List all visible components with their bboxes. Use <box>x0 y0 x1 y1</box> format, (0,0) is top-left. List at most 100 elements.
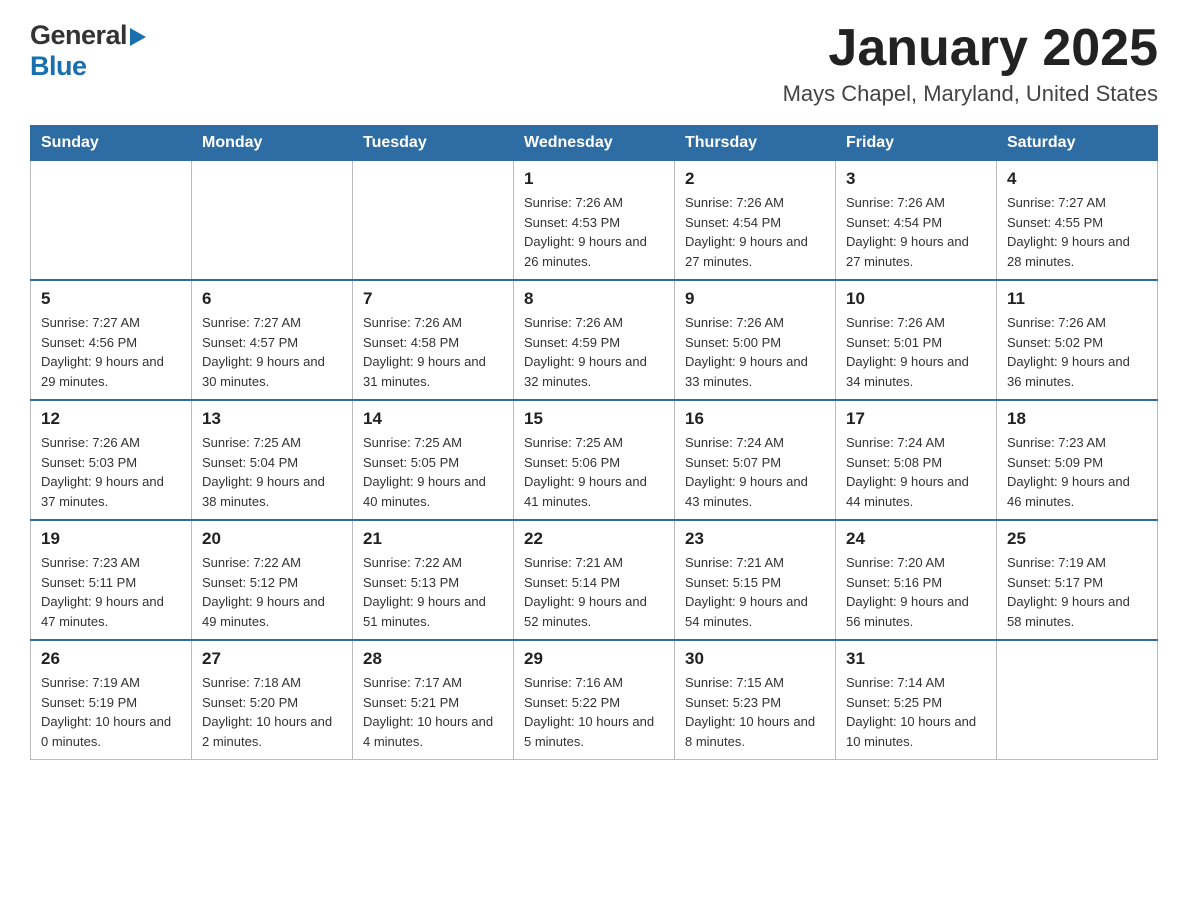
day-info: Sunrise: 7:25 AM Sunset: 5:04 PM Dayligh… <box>202 433 342 511</box>
day-info: Sunrise: 7:27 AM Sunset: 4:55 PM Dayligh… <box>1007 193 1147 271</box>
day-number: 3 <box>846 169 986 189</box>
logo: General Blue <box>30 20 146 82</box>
day-info: Sunrise: 7:27 AM Sunset: 4:57 PM Dayligh… <box>202 313 342 391</box>
day-of-week-header: Tuesday <box>353 126 514 161</box>
day-info: Sunrise: 7:22 AM Sunset: 5:13 PM Dayligh… <box>363 553 503 631</box>
calendar-day-cell: 22Sunrise: 7:21 AM Sunset: 5:14 PM Dayli… <box>514 520 675 640</box>
day-info: Sunrise: 7:18 AM Sunset: 5:20 PM Dayligh… <box>202 673 342 751</box>
day-number: 4 <box>1007 169 1147 189</box>
day-of-week-header: Sunday <box>31 126 192 161</box>
day-number: 11 <box>1007 289 1147 309</box>
calendar-day-cell: 6 Sunrise: 7:27 AM Sunset: 4:57 PM Daylig… <box>192 280 353 400</box>
calendar-day-cell <box>31 161 192 281</box>
calendar-day-cell: 10 Sunrise: 7:26 AM Sunset: 5:01 PM Dayli… <box>836 280 997 400</box>
day-info: Sunrise: 7:26 AM Sunset: 5:02 PM Dayligh… <box>1007 313 1147 391</box>
calendar-day-cell: 16Sunrise: 7:24 AM Sunset: 5:07 PM Dayli… <box>675 400 836 520</box>
day-number: 17 <box>846 409 986 429</box>
day-number: 31 <box>846 649 986 669</box>
calendar-day-cell: 14 Sunrise: 7:25 AM Sunset: 5:05 PM Dayli… <box>353 400 514 520</box>
day-number: 6 <box>202 289 342 309</box>
day-info: Sunrise: 7:19 AM Sunset: 5:19 PM Dayligh… <box>41 673 181 751</box>
day-info: Sunrise: 7:26 AM Sunset: 5:01 PM Dayligh… <box>846 313 986 391</box>
calendar-day-cell: 12Sunrise: 7:26 AM Sunset: 5:03 PM Dayli… <box>31 400 192 520</box>
day-number: 5 <box>41 289 181 309</box>
calendar-day-cell: 18 Sunrise: 7:23 AM Sunset: 5:09 PM Dayli… <box>997 400 1158 520</box>
day-number: 19 <box>41 529 181 549</box>
day-info: Sunrise: 7:26 AM Sunset: 5:00 PM Dayligh… <box>685 313 825 391</box>
calendar-day-cell: 24 Sunrise: 7:20 AM Sunset: 5:16 PM Dayli… <box>836 520 997 640</box>
day-number: 18 <box>1007 409 1147 429</box>
calendar-day-cell: 19 Sunrise: 7:23 AM Sunset: 5:11 PM Dayli… <box>31 520 192 640</box>
day-number: 24 <box>846 529 986 549</box>
day-info: Sunrise: 7:24 AM Sunset: 5:08 PM Dayligh… <box>846 433 986 511</box>
calendar-day-cell <box>353 161 514 281</box>
calendar-day-cell: 3 Sunrise: 7:26 AM Sunset: 4:54 PM Daylig… <box>836 161 997 281</box>
calendar-day-cell: 27 Sunrise: 7:18 AM Sunset: 5:20 PM Dayli… <box>192 640 353 760</box>
day-info: Sunrise: 7:17 AM Sunset: 5:21 PM Dayligh… <box>363 673 503 751</box>
day-info: Sunrise: 7:21 AM Sunset: 5:15 PM Dayligh… <box>685 553 825 631</box>
logo-general-text: General <box>30 20 127 51</box>
day-number: 8 <box>524 289 664 309</box>
day-number: 27 <box>202 649 342 669</box>
day-info: Sunrise: 7:23 AM Sunset: 5:09 PM Dayligh… <box>1007 433 1147 511</box>
day-info: Sunrise: 7:25 AM Sunset: 5:05 PM Dayligh… <box>363 433 503 511</box>
page-header: General Blue January 2025 Mays Chapel, M… <box>30 20 1158 107</box>
calendar-day-cell: 7Sunrise: 7:26 AM Sunset: 4:58 PM Daylig… <box>353 280 514 400</box>
day-number: 26 <box>41 649 181 669</box>
day-info: Sunrise: 7:21 AM Sunset: 5:14 PM Dayligh… <box>524 553 664 631</box>
day-number: 1 <box>524 169 664 189</box>
calendar-day-cell: 29 Sunrise: 7:16 AM Sunset: 5:22 PM Dayli… <box>514 640 675 760</box>
calendar-day-cell: 26 Sunrise: 7:19 AM Sunset: 5:19 PM Dayli… <box>31 640 192 760</box>
day-of-week-header: Saturday <box>997 126 1158 161</box>
location-subtitle: Mays Chapel, Maryland, United States <box>783 81 1158 107</box>
calendar-day-cell: 25 Sunrise: 7:19 AM Sunset: 5:17 PM Dayli… <box>997 520 1158 640</box>
calendar-day-cell: 9 Sunrise: 7:26 AM Sunset: 5:00 PM Daylig… <box>675 280 836 400</box>
calendar-day-cell: 15 Sunrise: 7:25 AM Sunset: 5:06 PM Dayli… <box>514 400 675 520</box>
day-info: Sunrise: 7:19 AM Sunset: 5:17 PM Dayligh… <box>1007 553 1147 631</box>
day-info: Sunrise: 7:26 AM Sunset: 4:58 PM Dayligh… <box>363 313 503 391</box>
day-info: Sunrise: 7:15 AM Sunset: 5:23 PM Dayligh… <box>685 673 825 751</box>
logo-triangle-icon <box>130 28 146 46</box>
calendar-day-cell: 30 Sunrise: 7:15 AM Sunset: 5:23 PM Dayli… <box>675 640 836 760</box>
day-info: Sunrise: 7:22 AM Sunset: 5:12 PM Dayligh… <box>202 553 342 631</box>
calendar-week-row: 5 Sunrise: 7:27 AM Sunset: 4:56 PM Daylig… <box>31 280 1158 400</box>
calendar-week-row: 12Sunrise: 7:26 AM Sunset: 5:03 PM Dayli… <box>31 400 1158 520</box>
day-info: Sunrise: 7:16 AM Sunset: 5:22 PM Dayligh… <box>524 673 664 751</box>
calendar-day-cell: 23 Sunrise: 7:21 AM Sunset: 5:15 PM Dayli… <box>675 520 836 640</box>
day-info: Sunrise: 7:26 AM Sunset: 4:59 PM Dayligh… <box>524 313 664 391</box>
day-number: 25 <box>1007 529 1147 549</box>
calendar-day-cell <box>997 640 1158 760</box>
day-number: 30 <box>685 649 825 669</box>
day-number: 23 <box>685 529 825 549</box>
day-number: 2 <box>685 169 825 189</box>
day-info: Sunrise: 7:23 AM Sunset: 5:11 PM Dayligh… <box>41 553 181 631</box>
day-number: 9 <box>685 289 825 309</box>
calendar-day-cell: 8 Sunrise: 7:26 AM Sunset: 4:59 PM Daylig… <box>514 280 675 400</box>
day-number: 20 <box>202 529 342 549</box>
day-info: Sunrise: 7:26 AM Sunset: 4:53 PM Dayligh… <box>524 193 664 271</box>
day-info: Sunrise: 7:26 AM Sunset: 4:54 PM Dayligh… <box>846 193 986 271</box>
day-number: 15 <box>524 409 664 429</box>
calendar-day-cell: 13Sunrise: 7:25 AM Sunset: 5:04 PM Dayli… <box>192 400 353 520</box>
day-info: Sunrise: 7:24 AM Sunset: 5:07 PM Dayligh… <box>685 433 825 511</box>
day-of-week-header: Friday <box>836 126 997 161</box>
day-info: Sunrise: 7:20 AM Sunset: 5:16 PM Dayligh… <box>846 553 986 631</box>
day-number: 14 <box>363 409 503 429</box>
calendar-day-cell: 11 Sunrise: 7:26 AM Sunset: 5:02 PM Dayli… <box>997 280 1158 400</box>
calendar-day-cell: 2Sunrise: 7:26 AM Sunset: 4:54 PM Daylig… <box>675 161 836 281</box>
day-info: Sunrise: 7:25 AM Sunset: 5:06 PM Dayligh… <box>524 433 664 511</box>
day-number: 21 <box>363 529 503 549</box>
day-info: Sunrise: 7:27 AM Sunset: 4:56 PM Dayligh… <box>41 313 181 391</box>
day-of-week-header: Thursday <box>675 126 836 161</box>
day-number: 29 <box>524 649 664 669</box>
day-of-week-header: Wednesday <box>514 126 675 161</box>
calendar-day-cell: 17 Sunrise: 7:24 AM Sunset: 5:08 PM Dayli… <box>836 400 997 520</box>
day-number: 28 <box>363 649 503 669</box>
calendar-table: SundayMondayTuesdayWednesdayThursdayFrid… <box>30 125 1158 760</box>
calendar-header-row: SundayMondayTuesdayWednesdayThursdayFrid… <box>31 126 1158 161</box>
title-section: January 2025 Mays Chapel, Maryland, Unit… <box>783 20 1158 107</box>
calendar-week-row: 1 Sunrise: 7:26 AM Sunset: 4:53 PM Daylig… <box>31 161 1158 281</box>
day-number: 10 <box>846 289 986 309</box>
calendar-week-row: 26 Sunrise: 7:19 AM Sunset: 5:19 PM Dayli… <box>31 640 1158 760</box>
day-number: 12 <box>41 409 181 429</box>
